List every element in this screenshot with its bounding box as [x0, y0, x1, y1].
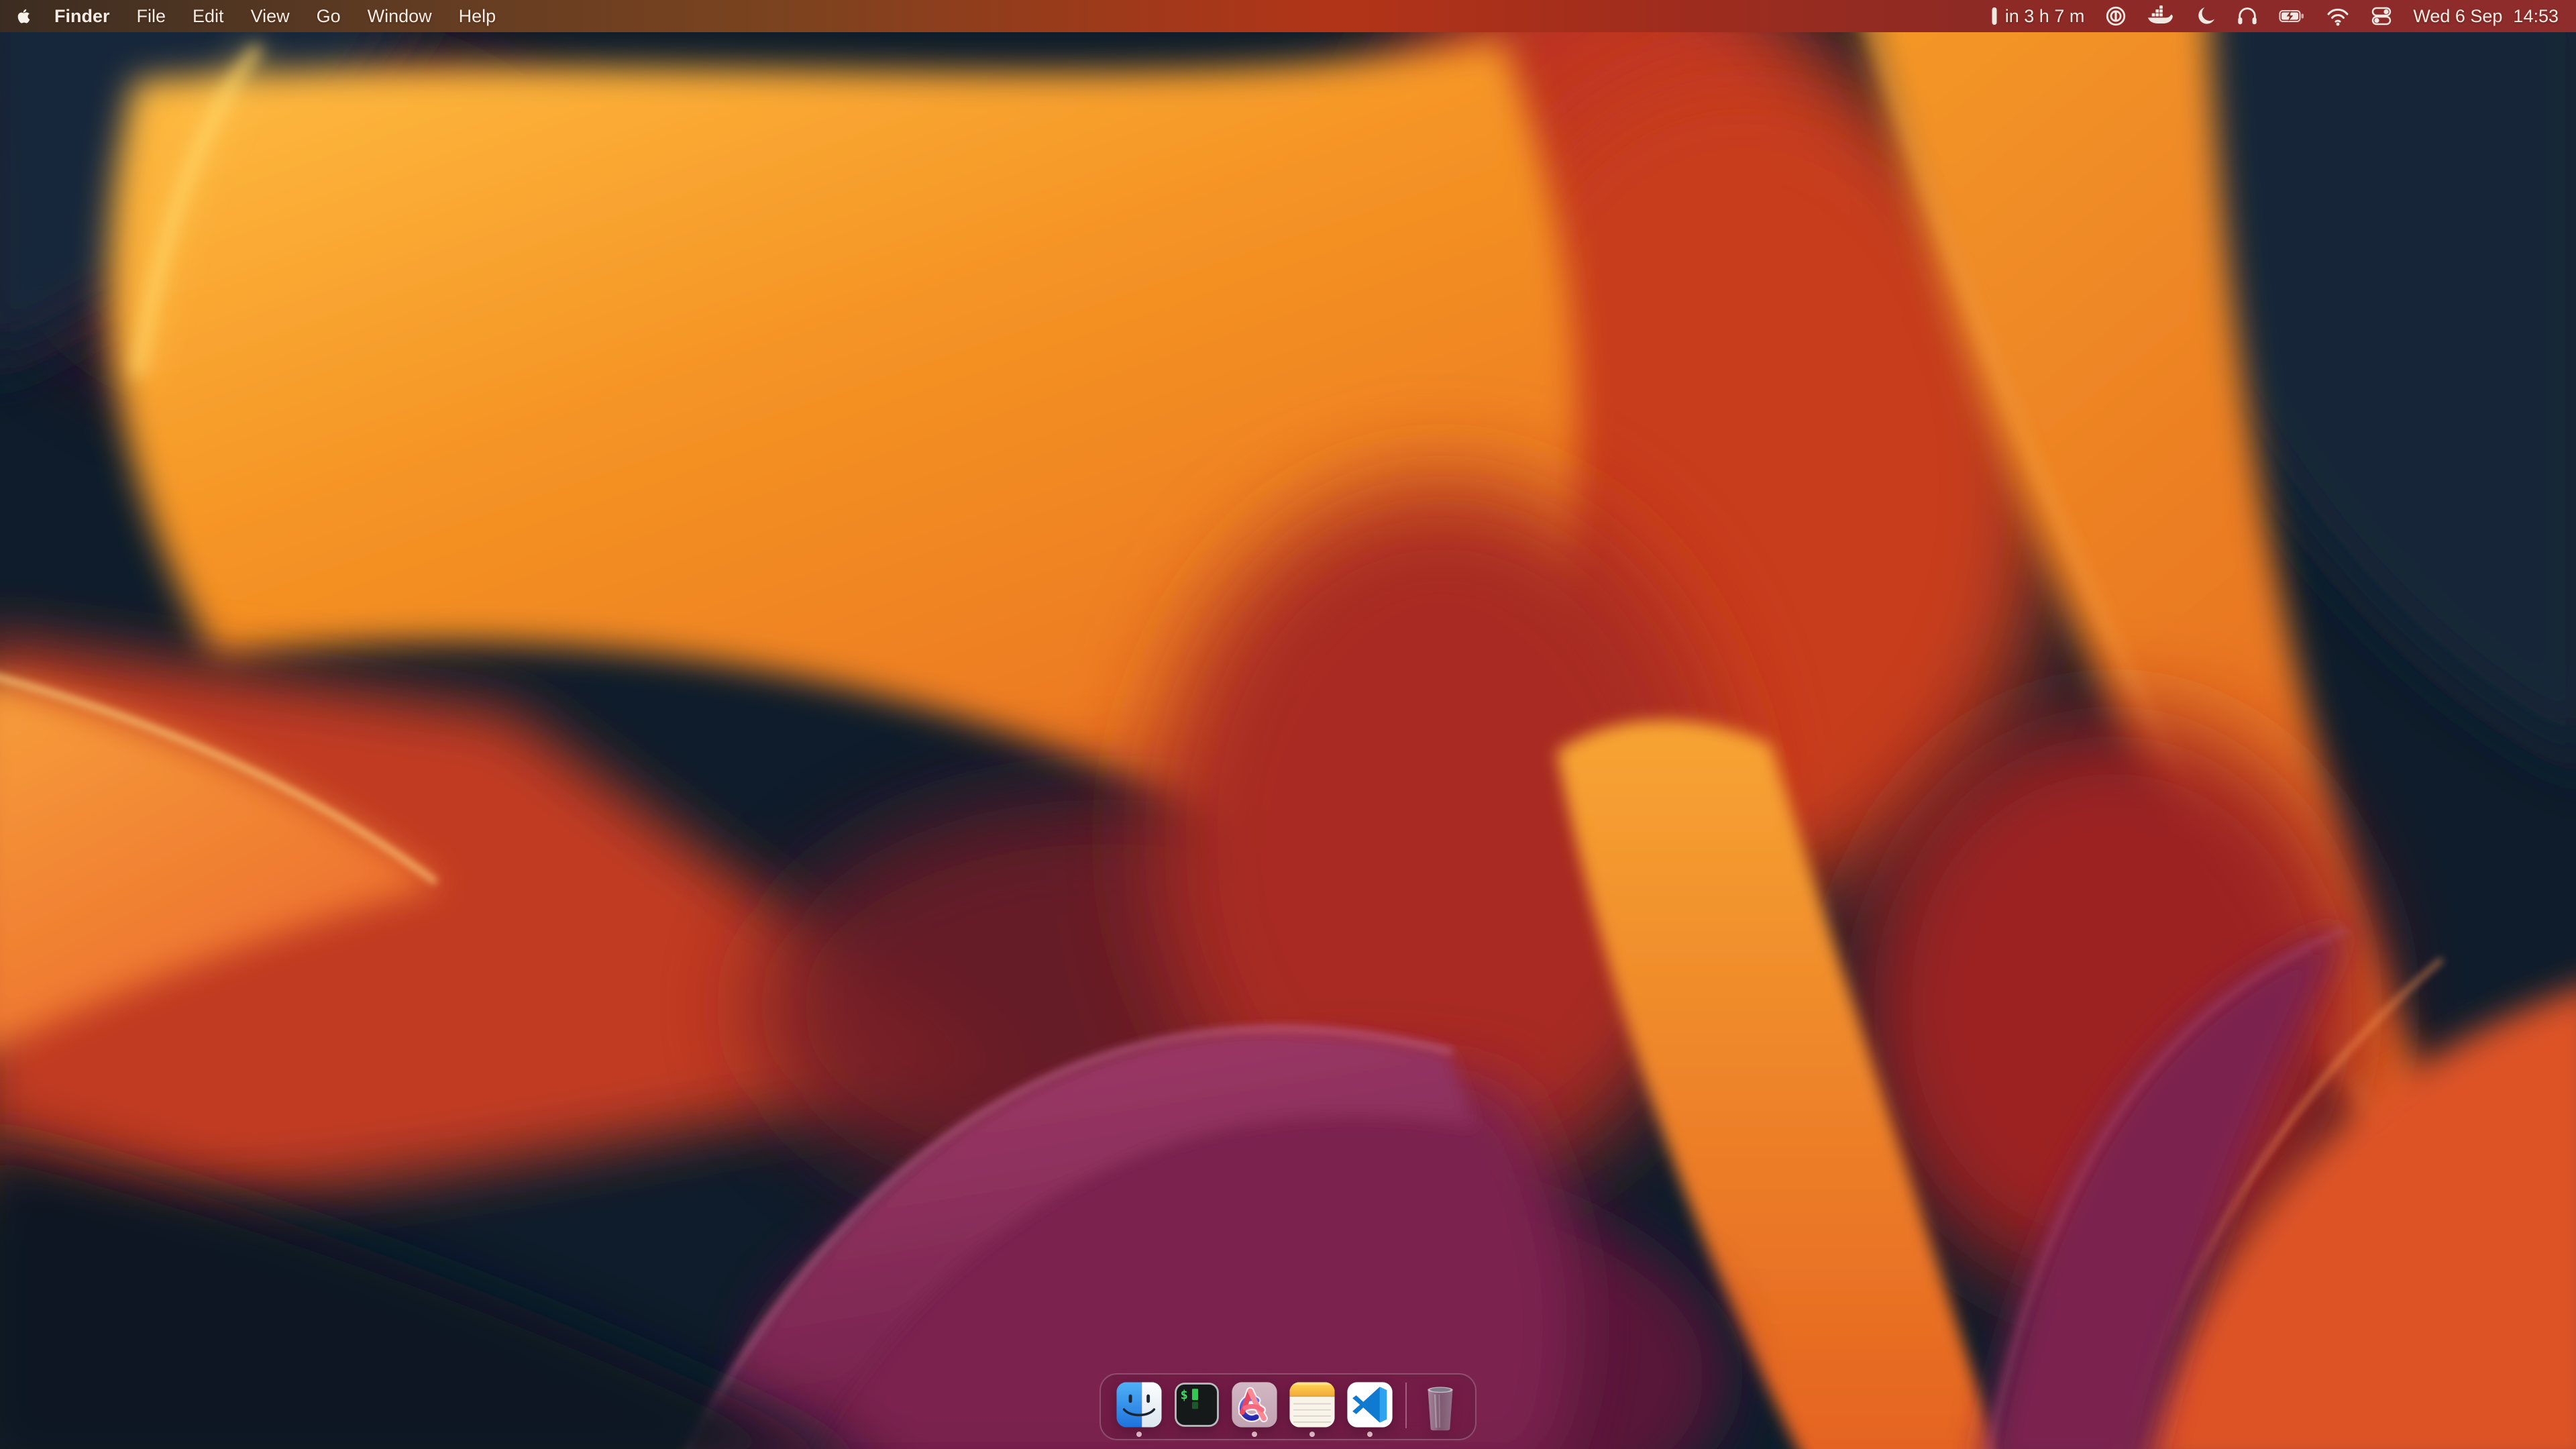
running-indicator-dot — [1252, 1432, 1257, 1437]
record-ring-icon[interactable] — [2104, 5, 2127, 28]
menu-edit[interactable]: Edit — [193, 6, 224, 27]
battery-charging-icon[interactable] — [2279, 5, 2306, 28]
dock-item-terminal[interactable]: $ — [1173, 1381, 1220, 1437]
docker-icon[interactable] — [2147, 5, 2174, 28]
menu-go[interactable]: Go — [317, 6, 341, 27]
headphones-icon[interactable] — [2236, 5, 2259, 28]
menu-bar: Finder File Edit View Go Window Help in … — [0, 0, 2576, 32]
menu-bar-clock[interactable]: Wed 6 Sep 14:53 — [2413, 6, 2559, 27]
apple-menu-icon[interactable] — [17, 8, 30, 24]
dock-item-notes[interactable] — [1289, 1381, 1336, 1437]
dock: $ — [1099, 1373, 1477, 1440]
running-indicator-dot — [1136, 1432, 1142, 1437]
menu-view[interactable]: View — [251, 6, 290, 27]
menu-file[interactable]: File — [137, 6, 166, 27]
desktop-wallpaper — [0, 0, 2576, 1449]
focus-timer-status[interactable]: in 3 h 7 m — [1990, 5, 2085, 28]
clock-date: Wed 6 Sep — [2413, 6, 2502, 27]
running-indicator-dot — [1367, 1432, 1373, 1437]
menu-window[interactable]: Window — [368, 6, 432, 27]
clock-time: 14:53 — [2513, 6, 2559, 27]
terminal-prompt-glyph: $ — [1181, 1388, 1188, 1403]
timer-pill-icon — [1990, 5, 1998, 28]
moon-focus-icon[interactable] — [2194, 5, 2216, 27]
control-center-icon[interactable] — [2370, 5, 2393, 28]
active-app-menu[interactable]: Finder — [54, 6, 110, 27]
dock-item-finder[interactable] — [1116, 1381, 1163, 1437]
menu-help[interactable]: Help — [459, 6, 496, 27]
dock-item-vscode[interactable] — [1346, 1381, 1393, 1437]
dock-item-trash[interactable] — [1419, 1381, 1462, 1432]
wifi-icon[interactable] — [2326, 5, 2350, 28]
dock-item-arc[interactable] — [1231, 1381, 1278, 1437]
focus-timer-label: in 3 h 7 m — [2005, 6, 2085, 27]
running-indicator-dot — [1309, 1432, 1315, 1437]
dock-separator — [1405, 1383, 1407, 1428]
